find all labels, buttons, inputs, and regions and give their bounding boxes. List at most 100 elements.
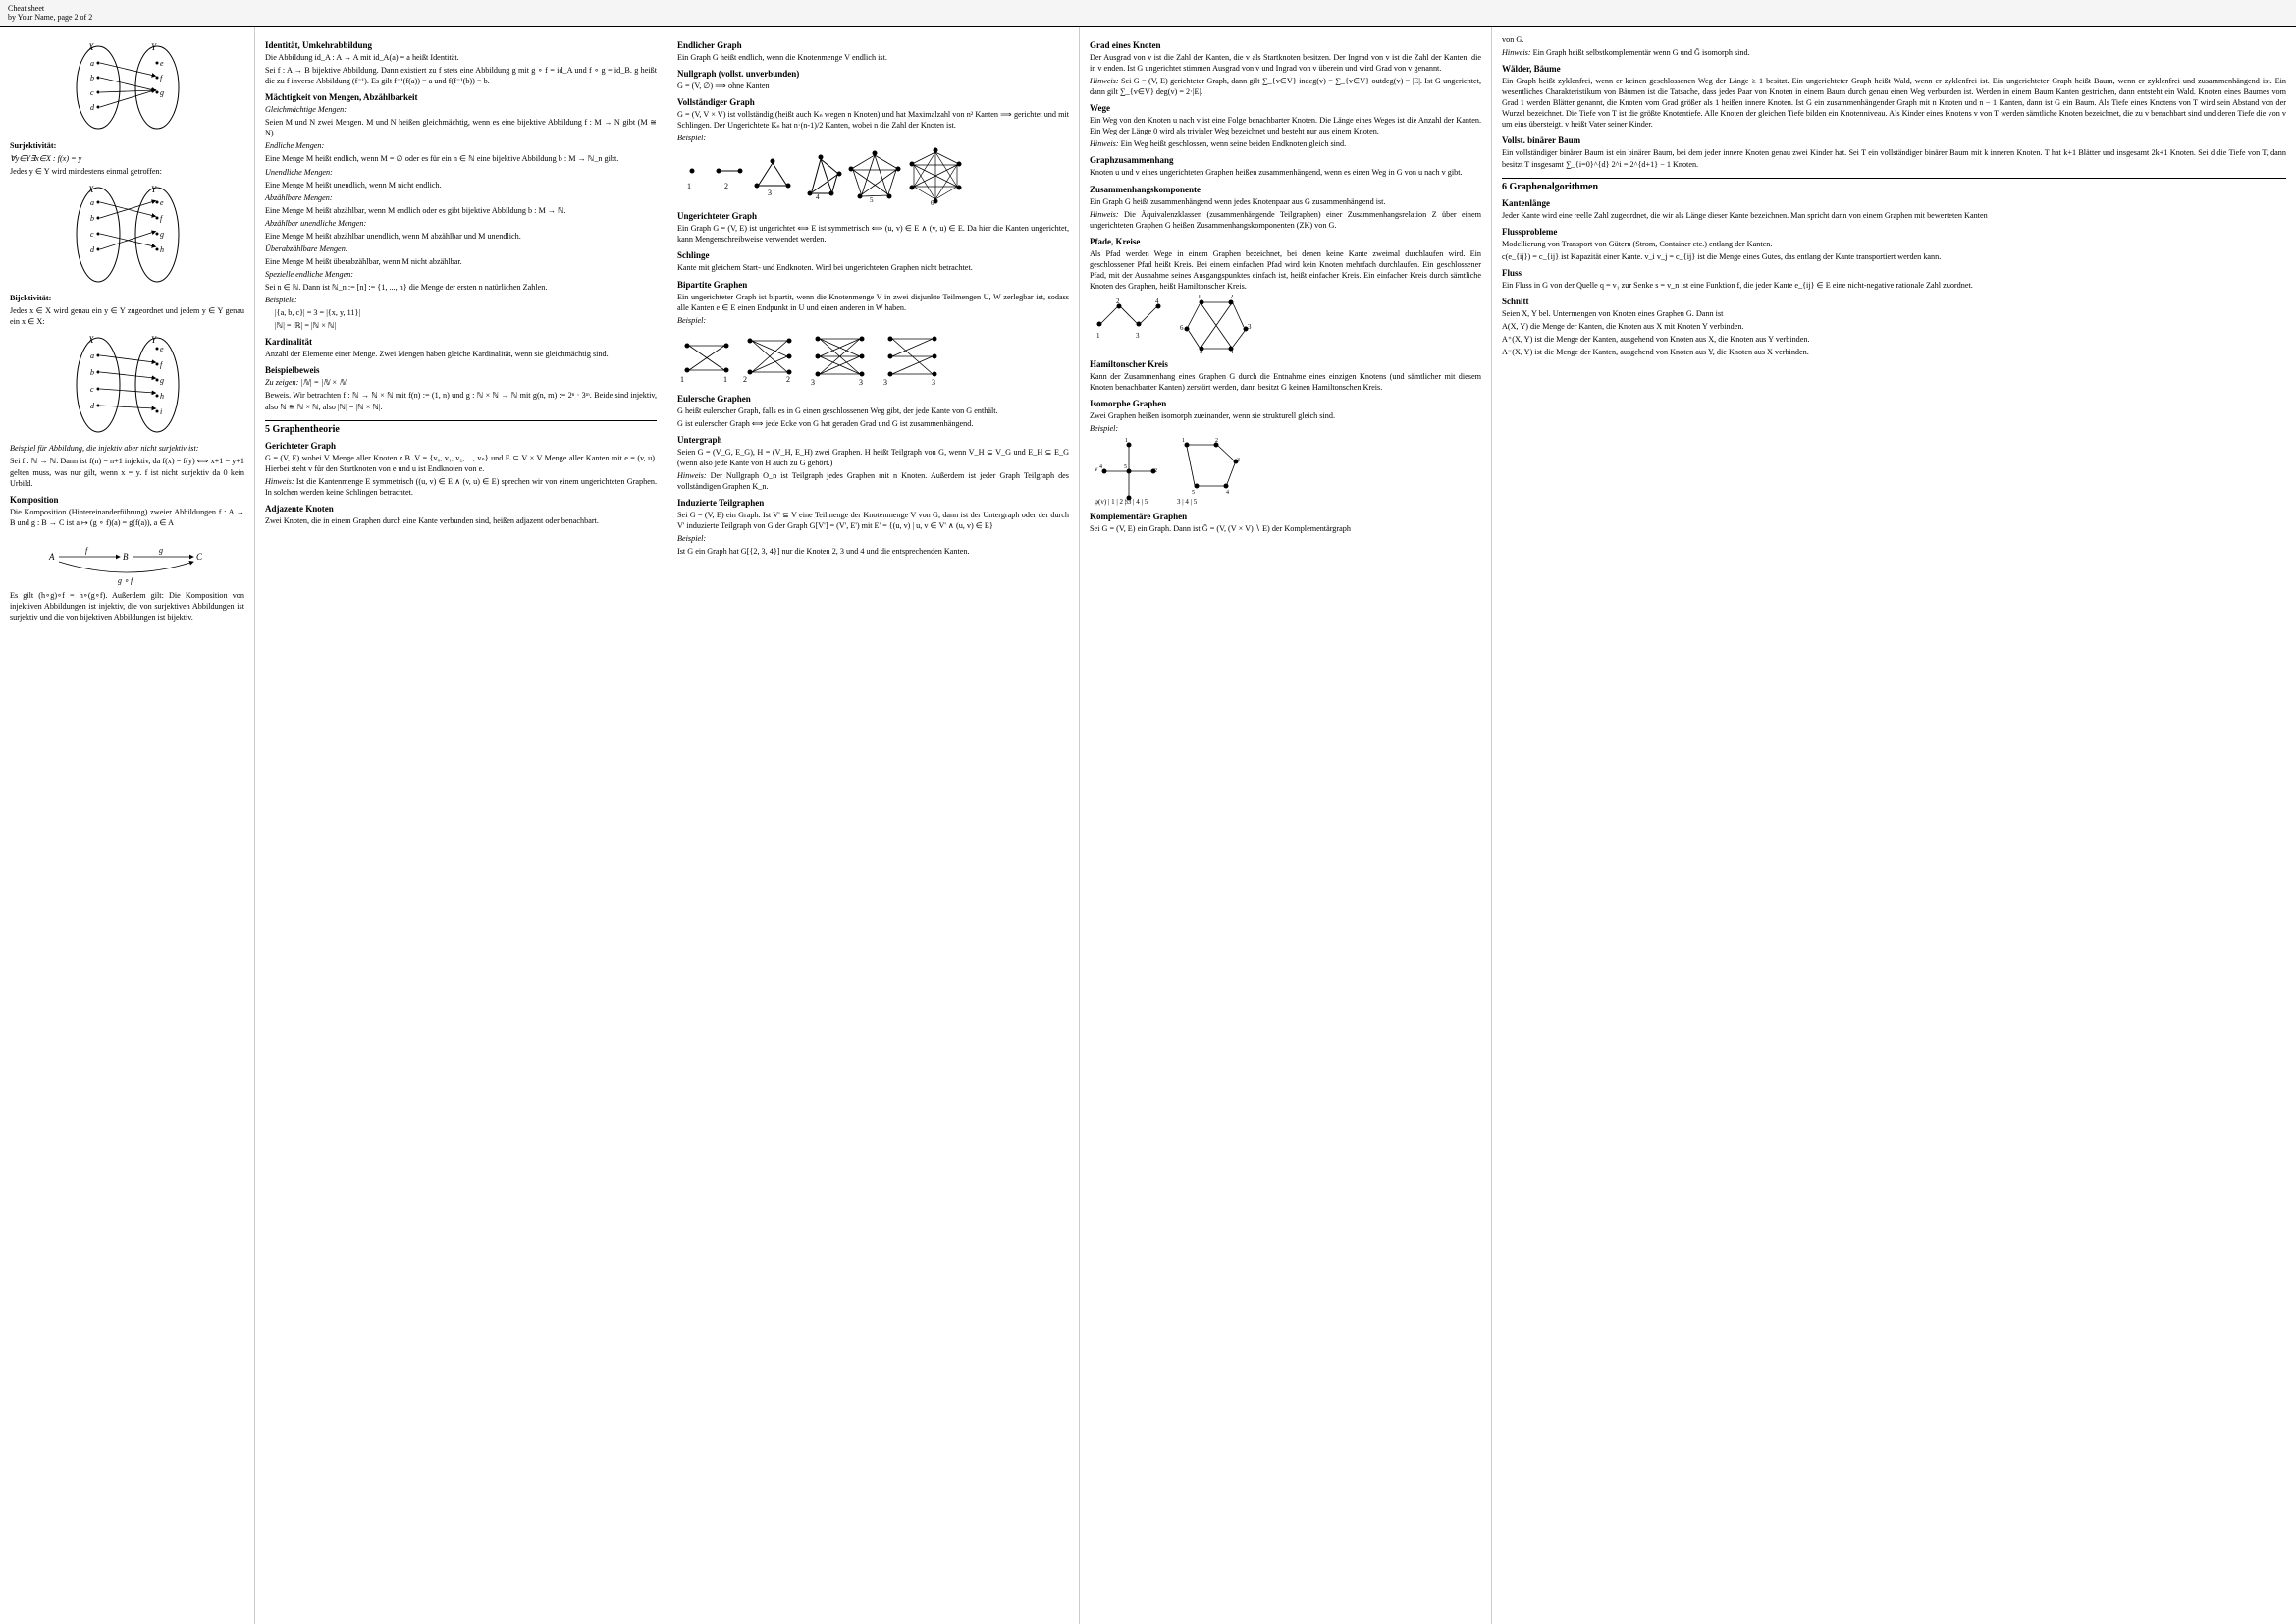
svg-text:5: 5 [1192,490,1195,496]
isomorphe-beispiel: Beispiel: [1090,423,1481,434]
svg-text:3: 3 [932,378,935,387]
surjectivity-text1: ∀y∈Y∃x∈X : f(x) = y [10,153,244,164]
svg-text:b: b [90,74,94,82]
schnitt-Aminus: A⁻(X, Y) ist die Menge der Kanten, ausge… [1502,347,2286,357]
beispiel3-text: Ist G ein Graph hat G[{2, 3, 4}] nur die… [677,546,1069,557]
svg-text:g: g [160,376,164,385]
eulersche-text1: G heißt eulerscher Graph, falls es in G … [677,406,1069,416]
identitaet-text2: Sei f : A → B bijektive Abbildung. Dann … [265,65,657,86]
endliche-title: Endliche Mengen: [265,140,657,151]
fluss-title: Fluss [1502,268,2286,278]
spezielle-text: Sei n ∈ ℕ. Dann ist ℕ_n := [n] := {1, ..… [265,282,657,293]
header-line2: by Your Name, page 2 of 2 [8,13,2288,22]
grad-title: Grad eines Knoten [1090,40,1481,50]
svg-text:3: 3 [768,189,772,195]
vollst-binaerer-title: Vollst. binärer Baum [1502,135,2286,145]
nullgraph-text: G = (V, ∅) ⟹ ohne Kanten [677,81,1069,91]
nullgraph-title: Nullgraph (vollst. unverbunden) [677,69,1069,79]
svg-text:3: 3 [859,378,863,387]
schnitt-AXY: A(X, Y) die Menge der Kanten, die Knoten… [1502,321,2286,332]
hinweis3-zk: Hinweis: Die Äquivalenzklassen (zusammen… [1090,209,1481,231]
waelder-text: Ein Graph heißt zyklenfrei, wenn er kein… [1502,76,2286,130]
komposition-text: Die Komposition (Hintereinanderführung) … [10,507,244,528]
ungerichteter-title: Ungerichteter Graph [677,211,1069,221]
svg-text:2: 2 [1230,295,1234,300]
komplementaere-text: Sei G = (V, E) ein Graph. Dann ist Ḡ = (… [1090,523,1481,534]
adjazente-text: Zwei Knoten, die in einem Graphen durch … [265,515,657,526]
zusammenhangskomponente-title: Zusammenhangskomponente [1090,185,1481,194]
vollstaendiger-beispiel-label: Beispiel: [677,133,1069,143]
svg-text:a: a [90,352,94,360]
unendliche-text: Eine Menge M heißt unendlich, wenn M nic… [265,180,657,190]
svg-text:1: 1 [1198,295,1201,300]
wege-title: Wege [1090,103,1481,113]
svg-text:d: d [90,103,95,112]
svg-text:e: e [160,345,164,353]
adjazente-title: Adjazente Knoten [265,504,657,514]
surjectivity-text2: Jedes y ∈ Y wird mindestens einmal getro… [10,166,244,177]
bipartite-graphs: 1 1 2 2 [677,329,1069,388]
svg-text:5: 5 [1124,464,1127,470]
ueberabzaehlbar-text: Eine Menge M heißt überabzählbar, wenn M… [265,256,657,267]
svg-text:d: d [90,245,95,254]
kardinalitaet-title: Kardinalität [265,337,657,347]
svg-text:1: 1 [687,182,691,190]
svg-text:g ∘ f: g ∘ f [118,576,134,585]
isomorphe-text: Zwei Graphen heißen isomorph zueinander,… [1090,410,1481,421]
svg-text:2: 2 [786,375,790,384]
waelder-title: Wälder, Bäume [1502,64,2286,74]
beispiele-label: Beispiele: [265,295,657,305]
column-4: Grad eines Knoten Der Ausgrad von v ist … [1080,27,1492,1624]
svg-text:Y: Y [151,335,157,345]
svg-text:i: i [160,407,162,416]
vollstaendiger-title: Vollständiger Graph [677,97,1069,107]
bijectivity-text: Jedes x ∈ X wird genau ein y ∈ Y zugeord… [10,305,244,327]
svg-text:X: X [87,42,94,52]
svg-text:4: 4 [1230,348,1234,353]
hamiltonscher-text: Kann der Zusammenhang eines Graphen G du… [1090,371,1481,393]
hinweis-gerichteter: Hinweis: Ist die Kantenmenge E symmetris… [265,476,657,498]
komposition-law: Es gilt (h∘g)∘f = h∘(g∘f). Außerdem gilt… [10,590,244,623]
svg-text:2: 2 [1215,438,1218,444]
flussprobleme-text: Modellierung von Transport von Gütern (S… [1502,239,2286,249]
svg-text:X: X [87,185,94,194]
induzierte-text: Sei G = (V, E) ein Graph. Ist V' ⊆ V ein… [677,510,1069,531]
schnitt-Aplus: A⁺(X, Y) ist die Menge der Kanten, ausge… [1502,334,2286,345]
flussprobleme-title: Flussprobleme [1502,227,2286,237]
page-header: Cheat sheet by Your Name, page 2 of 2 [0,0,2296,27]
kapazitaet-text: c(e_{ij}) = c_{ij} ist Kapazität einer K… [1502,251,2286,262]
svg-text:f: f [160,214,164,223]
svg-text:f: f [160,74,164,82]
schnitt-title: Schnitt [1502,297,2286,306]
svg-text:1: 1 [1182,438,1185,444]
endliche-text: Eine Menge M heißt endlich, wenn M = ∅ o… [265,153,657,164]
isomorphic-diagrams: v 1 2 3 4 5 φ(v) | 1 | 2 | 3 | 4 | 5 [1090,437,1481,506]
vollst-binaerer-text: Ein vollständiger binärer Baum ist ein b… [1502,147,2286,169]
grad-text1: Der Ausgrad von v ist die Zahl der Kante… [1090,52,1481,74]
svg-text:3: 3 [883,378,887,387]
bipartite-beispiel-label: Beispiel: [677,315,1069,326]
svg-text:5: 5 [1200,348,1203,353]
identitaet-title: Identität, Umkehrabbildung [265,40,657,50]
svg-text:X: X [87,335,94,345]
unendliche-title: Unendliche Mengen: [265,167,657,178]
svg-text:Y: Y [151,42,157,52]
svg-text:3: 3 [1248,323,1252,331]
svg-text:1: 1 [680,375,684,384]
svg-text:1: 1 [1125,438,1128,444]
hinweis-kompl: Hinweis: Ein Graph heißt selbstkomplemen… [1502,47,2286,58]
svg-text:3: 3 [1237,458,1240,463]
injective-diagram: X Y a b c d e f g h i [10,331,244,439]
svg-text:1: 1 [723,375,727,384]
svg-text:Y: Y [151,185,157,194]
ueberabzaehlbar-title: Überabzählbare Mengen: [265,244,657,254]
column-3: Endlicher Graph Ein Graph G heißt endlic… [667,27,1080,1624]
svg-text:2: 2 [724,182,728,190]
bijectivity-label: Bijektivität: [10,293,244,303]
pfade-title: Pfade, Kreise [1090,237,1481,246]
beispiel3-label: Beispiel: [677,533,1069,544]
k-graphs-diagrams: 1 2 3 [677,146,1069,205]
svg-text:2: 2 [743,375,747,384]
beispielbeweis-title: Beispielbeweis [265,365,657,375]
example-label: Beispiel für Abbildung, die injektiv abe… [10,443,244,454]
